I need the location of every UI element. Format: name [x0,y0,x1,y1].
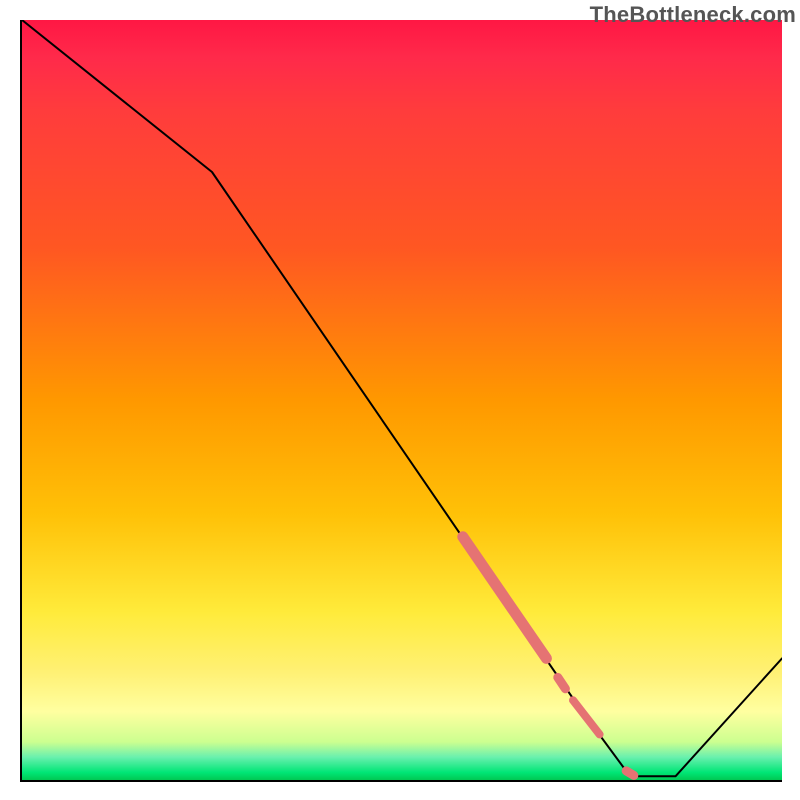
bottleneck-curve-line [22,20,782,776]
highlight-segment [573,700,600,734]
chart-svg [22,20,782,780]
watermark-label: TheBottleneck.com [590,2,796,28]
chart-container: TheBottleneck.com [0,0,800,800]
plot-area [20,20,782,782]
highlight-segment [463,537,547,659]
highlight-segments [463,537,634,776]
highlight-segment [558,677,566,688]
highlight-segment [626,771,634,776]
